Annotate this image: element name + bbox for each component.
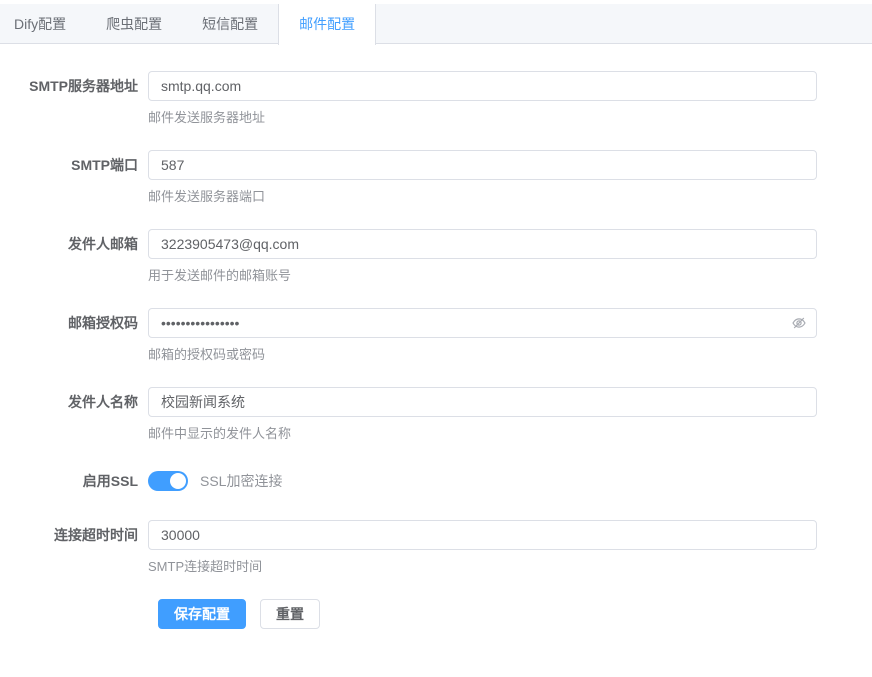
smtp-port-input[interactable] — [148, 150, 817, 180]
ssl-toggle-switch[interactable] — [148, 471, 188, 491]
sender-email-input[interactable] — [148, 229, 817, 259]
config-tab-bar: Dify配置 爬虫配置 短信配置 邮件配置 — [0, 4, 872, 44]
enable-ssl-label: 启用SSL — [0, 466, 148, 496]
ssl-toggle-description: SSL加密连接 — [200, 471, 282, 491]
auth-code-help: 邮箱的授权码或密码 — [148, 346, 817, 363]
smtp-port-label: SMTP端口 — [0, 150, 148, 205]
reset-button[interactable]: 重置 — [260, 599, 320, 629]
form-actions: 保存配置 重置 — [158, 599, 872, 629]
smtp-port-help: 邮件发送服务器端口 — [148, 188, 817, 205]
form-item-sender-name: 发件人名称 邮件中显示的发件人名称 — [0, 387, 872, 442]
form-item-smtp-port: SMTP端口 邮件发送服务器端口 — [0, 150, 872, 205]
sender-email-label: 发件人邮箱 — [0, 229, 148, 284]
form-item-timeout: 连接超时时间 SMTP连接超时时间 — [0, 520, 872, 575]
email-config-form: SMTP服务器地址 邮件发送服务器地址 SMTP端口 邮件发送服务器端口 发件人… — [0, 44, 872, 629]
smtp-host-label: SMTP服务器地址 — [0, 71, 148, 126]
tab-email-config[interactable]: 邮件配置 — [278, 4, 376, 45]
timeout-input[interactable] — [148, 520, 817, 550]
auth-code-input[interactable] — [148, 308, 817, 338]
save-config-button[interactable]: 保存配置 — [158, 599, 246, 629]
sender-name-label: 发件人名称 — [0, 387, 148, 442]
form-item-auth-code: 邮箱授权码 邮箱的授权码或密码 — [0, 308, 872, 363]
eye-off-icon[interactable] — [791, 315, 807, 331]
tab-sms-config[interactable]: 短信配置 — [182, 4, 278, 43]
tab-dify-config[interactable]: Dify配置 — [0, 4, 86, 43]
sender-name-input[interactable] — [148, 387, 817, 417]
ssl-toggle-knob — [170, 473, 186, 489]
auth-code-label: 邮箱授权码 — [0, 308, 148, 363]
form-item-sender-email: 发件人邮箱 用于发送邮件的邮箱账号 — [0, 229, 872, 284]
sender-email-help: 用于发送邮件的邮箱账号 — [148, 267, 817, 284]
tab-crawler-config[interactable]: 爬虫配置 — [86, 4, 182, 43]
form-item-smtp-host: SMTP服务器地址 邮件发送服务器地址 — [0, 71, 872, 126]
form-item-enable-ssl: 启用SSL SSL加密连接 — [0, 466, 872, 496]
smtp-host-input[interactable] — [148, 71, 817, 101]
smtp-host-help: 邮件发送服务器地址 — [148, 109, 817, 126]
timeout-help: SMTP连接超时时间 — [148, 558, 817, 575]
timeout-label: 连接超时时间 — [0, 520, 148, 575]
sender-name-help: 邮件中显示的发件人名称 — [148, 425, 817, 442]
